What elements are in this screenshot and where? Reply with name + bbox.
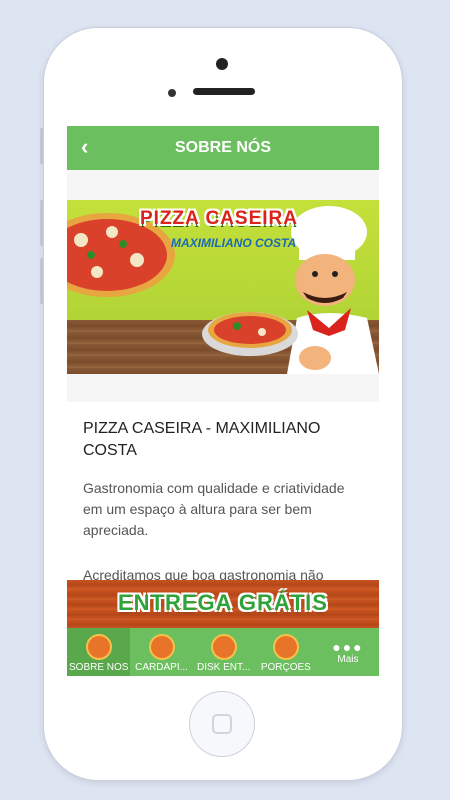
spacer bbox=[67, 170, 379, 200]
tab-label: CARDÁPI... bbox=[135, 662, 188, 673]
tab-mais[interactable]: ●●● Mais bbox=[317, 628, 379, 676]
banner-brand-title: PIZZA CASEIRA bbox=[140, 208, 298, 229]
tab-label: DISK ENT... bbox=[197, 662, 251, 673]
front-camera bbox=[216, 58, 228, 70]
promo-banner[interactable]: ENTREGA GRÁTIS bbox=[67, 580, 379, 628]
bottom-nav: SOBRE NÓS CARDÁPI... DISK ENT... PORÇÕES… bbox=[67, 628, 379, 676]
tab-sobre-nos[interactable]: SOBRE NÓS bbox=[67, 628, 131, 676]
pizza-slice-icon bbox=[148, 634, 175, 660]
more-dots-icon: ●●● bbox=[332, 639, 364, 655]
home-button[interactable] bbox=[189, 691, 255, 757]
home-square-icon bbox=[212, 714, 232, 734]
promo-text: ENTREGA GRÁTIS bbox=[118, 590, 328, 615]
store-name: PIZZA CASEIRA - MAXIMILIANO COSTA bbox=[83, 420, 321, 459]
banner-brand-subtitle: MAXIMILIANO COSTA bbox=[171, 236, 297, 250]
tab-label: PORÇÕES bbox=[260, 662, 311, 673]
spacer bbox=[67, 374, 379, 402]
description-text: Gastronomia com qualidade e criatividade… bbox=[83, 480, 345, 538]
tab-label: SOBRE NÓS bbox=[69, 662, 129, 673]
banner-image: PIZZA CASEIRA MAXIMILIANO COSTA bbox=[67, 200, 379, 374]
tab-cardapio[interactable]: CARDÁPI... bbox=[130, 628, 192, 676]
chef-icon bbox=[202, 206, 379, 374]
delivery-icon bbox=[210, 634, 237, 660]
pizza-icon bbox=[85, 634, 112, 660]
app-header: ‹ SOBRE NÓS bbox=[67, 126, 379, 170]
fries-icon bbox=[272, 634, 299, 660]
tab-label: Mais bbox=[337, 654, 359, 665]
proximity-sensor bbox=[168, 89, 176, 97]
page-title: SOBRE NÓS bbox=[174, 139, 271, 156]
app-screen: ‹ SOBRE NÓS PIZZA CASEIRA MAXIMILIANO CO… bbox=[67, 126, 379, 676]
tab-disk-entrega[interactable]: DISK ENT... bbox=[193, 628, 255, 676]
tab-porcoes[interactable]: PORÇÕES bbox=[255, 628, 317, 676]
earpiece-speaker bbox=[193, 88, 255, 95]
